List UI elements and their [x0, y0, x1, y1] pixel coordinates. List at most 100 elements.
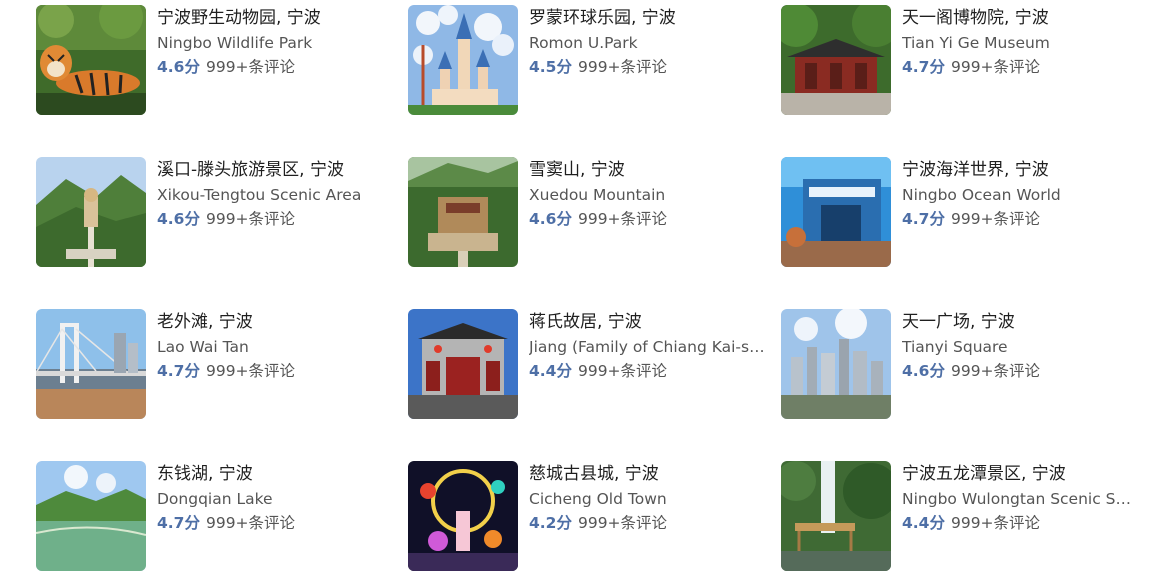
- rating-row: 4.4分 999+条评论: [529, 359, 767, 383]
- attraction-name-en[interactable]: Cicheng Old Town: [529, 487, 767, 511]
- attraction-name-cn[interactable]: 罗蒙环球乐园, 宁波: [529, 6, 767, 30]
- attraction-name-cn[interactable]: 溪口-滕头旅游景区, 宁波: [157, 158, 395, 182]
- review-count[interactable]: 999+条评论: [578, 58, 667, 76]
- rating-row: 4.6分 999+条评论: [902, 359, 1140, 383]
- rating-score: 4.7分: [902, 210, 945, 228]
- attraction-name-cn[interactable]: 宁波五龙潭景区, 宁波: [902, 462, 1140, 486]
- attraction-info: 慈城古县城, 宁波 Cicheng Old Town 4.2分 999+条评论: [529, 461, 767, 535]
- attraction-thumbnail[interactable]: [781, 157, 891, 267]
- rating-score: 4.7分: [157, 514, 200, 532]
- attraction-name-cn[interactable]: 宁波海洋世界, 宁波: [902, 158, 1140, 182]
- thumbnail-image: [36, 5, 146, 115]
- attraction-thumbnail[interactable]: [36, 309, 146, 419]
- attraction-thumbnail[interactable]: [408, 461, 518, 571]
- rating-score: 4.6分: [529, 210, 572, 228]
- attraction-name-en[interactable]: Xikou-Tengtou Scenic Area: [157, 183, 395, 207]
- thumbnail-image: [781, 157, 891, 267]
- attraction-name-cn[interactable]: 宁波野生动物园, 宁波: [157, 6, 395, 30]
- attraction-name-en[interactable]: Jiang (Family of Chiang Kai-shek) Former…: [529, 335, 767, 359]
- attraction-name-en[interactable]: Dongqian Lake: [157, 487, 395, 511]
- attraction-name-en[interactable]: Tian Yi Ge Museum: [902, 31, 1140, 55]
- review-count[interactable]: 999+条评论: [951, 362, 1040, 380]
- rating-row: 4.6分 999+条评论: [529, 207, 767, 231]
- attraction-card[interactable]: 天一阁博物院, 宁波 Tian Yi Ge Museum 4.7分 999+条评论: [781, 5, 1141, 117]
- review-count[interactable]: 999+条评论: [951, 58, 1040, 76]
- thumbnail-image: [781, 5, 891, 115]
- thumbnail-image: [36, 461, 146, 571]
- rating-score: 4.5分: [529, 58, 572, 76]
- review-count[interactable]: 999+条评论: [578, 210, 667, 228]
- attraction-thumbnail[interactable]: [36, 5, 146, 115]
- attraction-thumbnail[interactable]: [36, 461, 146, 571]
- thumbnail-image: [408, 157, 518, 267]
- attraction-thumbnail[interactable]: [781, 5, 891, 115]
- attraction-name-cn[interactable]: 东钱湖, 宁波: [157, 462, 395, 486]
- attraction-name-cn[interactable]: 雪窦山, 宁波: [529, 158, 767, 182]
- attraction-grid: 宁波野生动物园, 宁波 Ningbo Wildlife Park 4.6分 999+条…: [0, 0, 1160, 577]
- rating-score: 4.6分: [902, 362, 945, 380]
- attraction-info: 宁波五龙潭景区, 宁波 Ningbo Wulongtan Scenic Spot 4…: [902, 461, 1140, 535]
- attraction-info: 天一阁博物院, 宁波 Tian Yi Ge Museum 4.7分 999+条评论: [902, 5, 1140, 79]
- attraction-info: 老外滩, 宁波 Lao Wai Tan 4.7分 999+条评论: [157, 309, 395, 383]
- attraction-card[interactable]: 蒋氏故居, 宁波Jiang (Family of Chiang Kai-shek…: [408, 309, 768, 421]
- attraction-card[interactable]: 溪口-滕头旅游景区, 宁波 Xikou-Tengtou Scenic Area 4.…: [36, 157, 396, 269]
- rating-row: 4.7分 999+条评论: [902, 207, 1140, 231]
- review-count[interactable]: 999+条评论: [578, 362, 667, 380]
- attraction-name-en[interactable]: Ningbo Ocean World: [902, 183, 1140, 207]
- review-count[interactable]: 999+条评论: [951, 514, 1040, 532]
- attraction-card[interactable]: 宁波野生动物园, 宁波 Ningbo Wildlife Park 4.6分 999+条…: [36, 5, 396, 117]
- attraction-name-en[interactable]: Xuedou Mountain: [529, 183, 767, 207]
- rating-row: 4.6分 999+条评论: [157, 207, 395, 231]
- rating-row: 4.4分 999+条评论: [902, 511, 1140, 535]
- attraction-name-cn[interactable]: 蒋氏故居, 宁波: [529, 310, 767, 334]
- attraction-name-cn[interactable]: 天一广场, 宁波: [902, 310, 1140, 334]
- attraction-name-en[interactable]: Romon U.Park: [529, 31, 767, 55]
- rating-row: 4.2分 999+条评论: [529, 511, 767, 535]
- rating-score: 4.6分: [157, 58, 200, 76]
- rating-row: 4.5分 999+条评论: [529, 55, 767, 79]
- review-count[interactable]: 999+条评论: [578, 514, 667, 532]
- attraction-thumbnail[interactable]: [36, 157, 146, 267]
- attraction-name-en[interactable]: Tianyi Square: [902, 335, 1140, 359]
- thumbnail-image: [36, 157, 146, 267]
- attraction-card[interactable]: 老外滩, 宁波 Lao Wai Tan 4.7分 999+条评论: [36, 309, 396, 421]
- thumbnail-image: [36, 309, 146, 419]
- attraction-name-cn[interactable]: 老外滩, 宁波: [157, 310, 395, 334]
- attraction-info: 溪口-滕头旅游景区, 宁波 Xikou-Tengtou Scenic Area 4.…: [157, 157, 395, 231]
- attraction-thumbnail[interactable]: [781, 461, 891, 571]
- rating-row: 4.7分 999+条评论: [902, 55, 1140, 79]
- attraction-thumbnail[interactable]: [408, 157, 518, 267]
- attraction-name-cn[interactable]: 天一阁博物院, 宁波: [902, 6, 1140, 30]
- rating-score: 4.6分: [157, 210, 200, 228]
- attraction-card[interactable]: 罗蒙环球乐园, 宁波 Romon U.Park 4.5分 999+条评论: [408, 5, 768, 117]
- rating-score: 4.7分: [902, 58, 945, 76]
- rating-row: 4.6分 999+条评论: [157, 55, 395, 79]
- attraction-card[interactable]: 雪窦山, 宁波 Xuedou Mountain 4.6分 999+条评论: [408, 157, 768, 269]
- attraction-name-en[interactable]: Lao Wai Tan: [157, 335, 395, 359]
- attraction-thumbnail[interactable]: [408, 5, 518, 115]
- attraction-info: 宁波海洋世界, 宁波 Ningbo Ocean World 4.7分 999+条评论: [902, 157, 1140, 231]
- review-count[interactable]: 999+条评论: [206, 514, 295, 532]
- attraction-info: 天一广场, 宁波 Tianyi Square 4.6分 999+条评论: [902, 309, 1140, 383]
- review-count[interactable]: 999+条评论: [206, 58, 295, 76]
- thumbnail-image: [781, 309, 891, 419]
- review-count[interactable]: 999+条评论: [951, 210, 1040, 228]
- attraction-card[interactable]: 宁波五龙潭景区, 宁波 Ningbo Wulongtan Scenic Spot 4…: [781, 461, 1141, 573]
- thumbnail-image: [408, 461, 518, 571]
- attraction-thumbnail[interactable]: [781, 309, 891, 419]
- attraction-name-en[interactable]: Ningbo Wulongtan Scenic Spot: [902, 487, 1140, 511]
- rating-score: 4.4分: [902, 514, 945, 532]
- thumbnail-image: [781, 461, 891, 571]
- rating-row: 4.7分 999+条评论: [157, 359, 395, 383]
- attraction-card[interactable]: 慈城古县城, 宁波 Cicheng Old Town 4.2分 999+条评论: [408, 461, 768, 573]
- attraction-name-cn[interactable]: 慈城古县城, 宁波: [529, 462, 767, 486]
- attraction-thumbnail[interactable]: [408, 309, 518, 419]
- thumbnail-image: [408, 309, 518, 419]
- review-count[interactable]: 999+条评论: [206, 362, 295, 380]
- review-count[interactable]: 999+条评论: [206, 210, 295, 228]
- attraction-card[interactable]: 天一广场, 宁波 Tianyi Square 4.6分 999+条评论: [781, 309, 1141, 421]
- attraction-name-en[interactable]: Ningbo Wildlife Park: [157, 31, 395, 55]
- attraction-card[interactable]: 宁波海洋世界, 宁波 Ningbo Ocean World 4.7分 999+条评论: [781, 157, 1141, 269]
- attraction-card[interactable]: 东钱湖, 宁波 Dongqian Lake 4.7分 999+条评论: [36, 461, 396, 573]
- attraction-info: 宁波野生动物园, 宁波 Ningbo Wildlife Park 4.6分 999+条…: [157, 5, 395, 79]
